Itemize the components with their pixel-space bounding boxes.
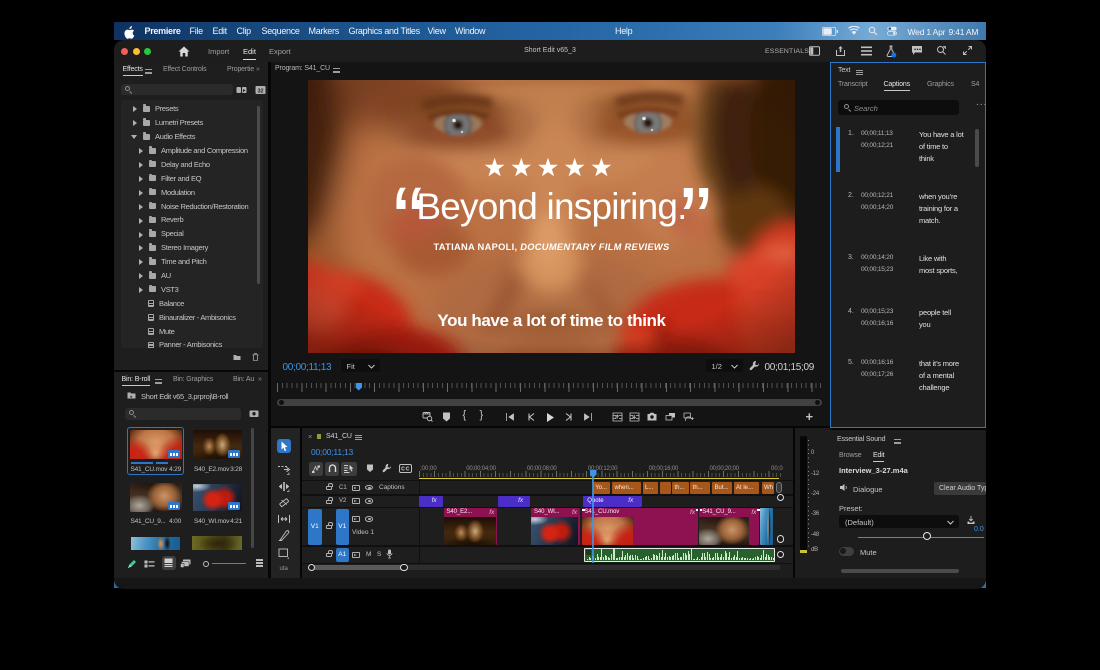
svg-text:32: 32	[257, 88, 263, 94]
